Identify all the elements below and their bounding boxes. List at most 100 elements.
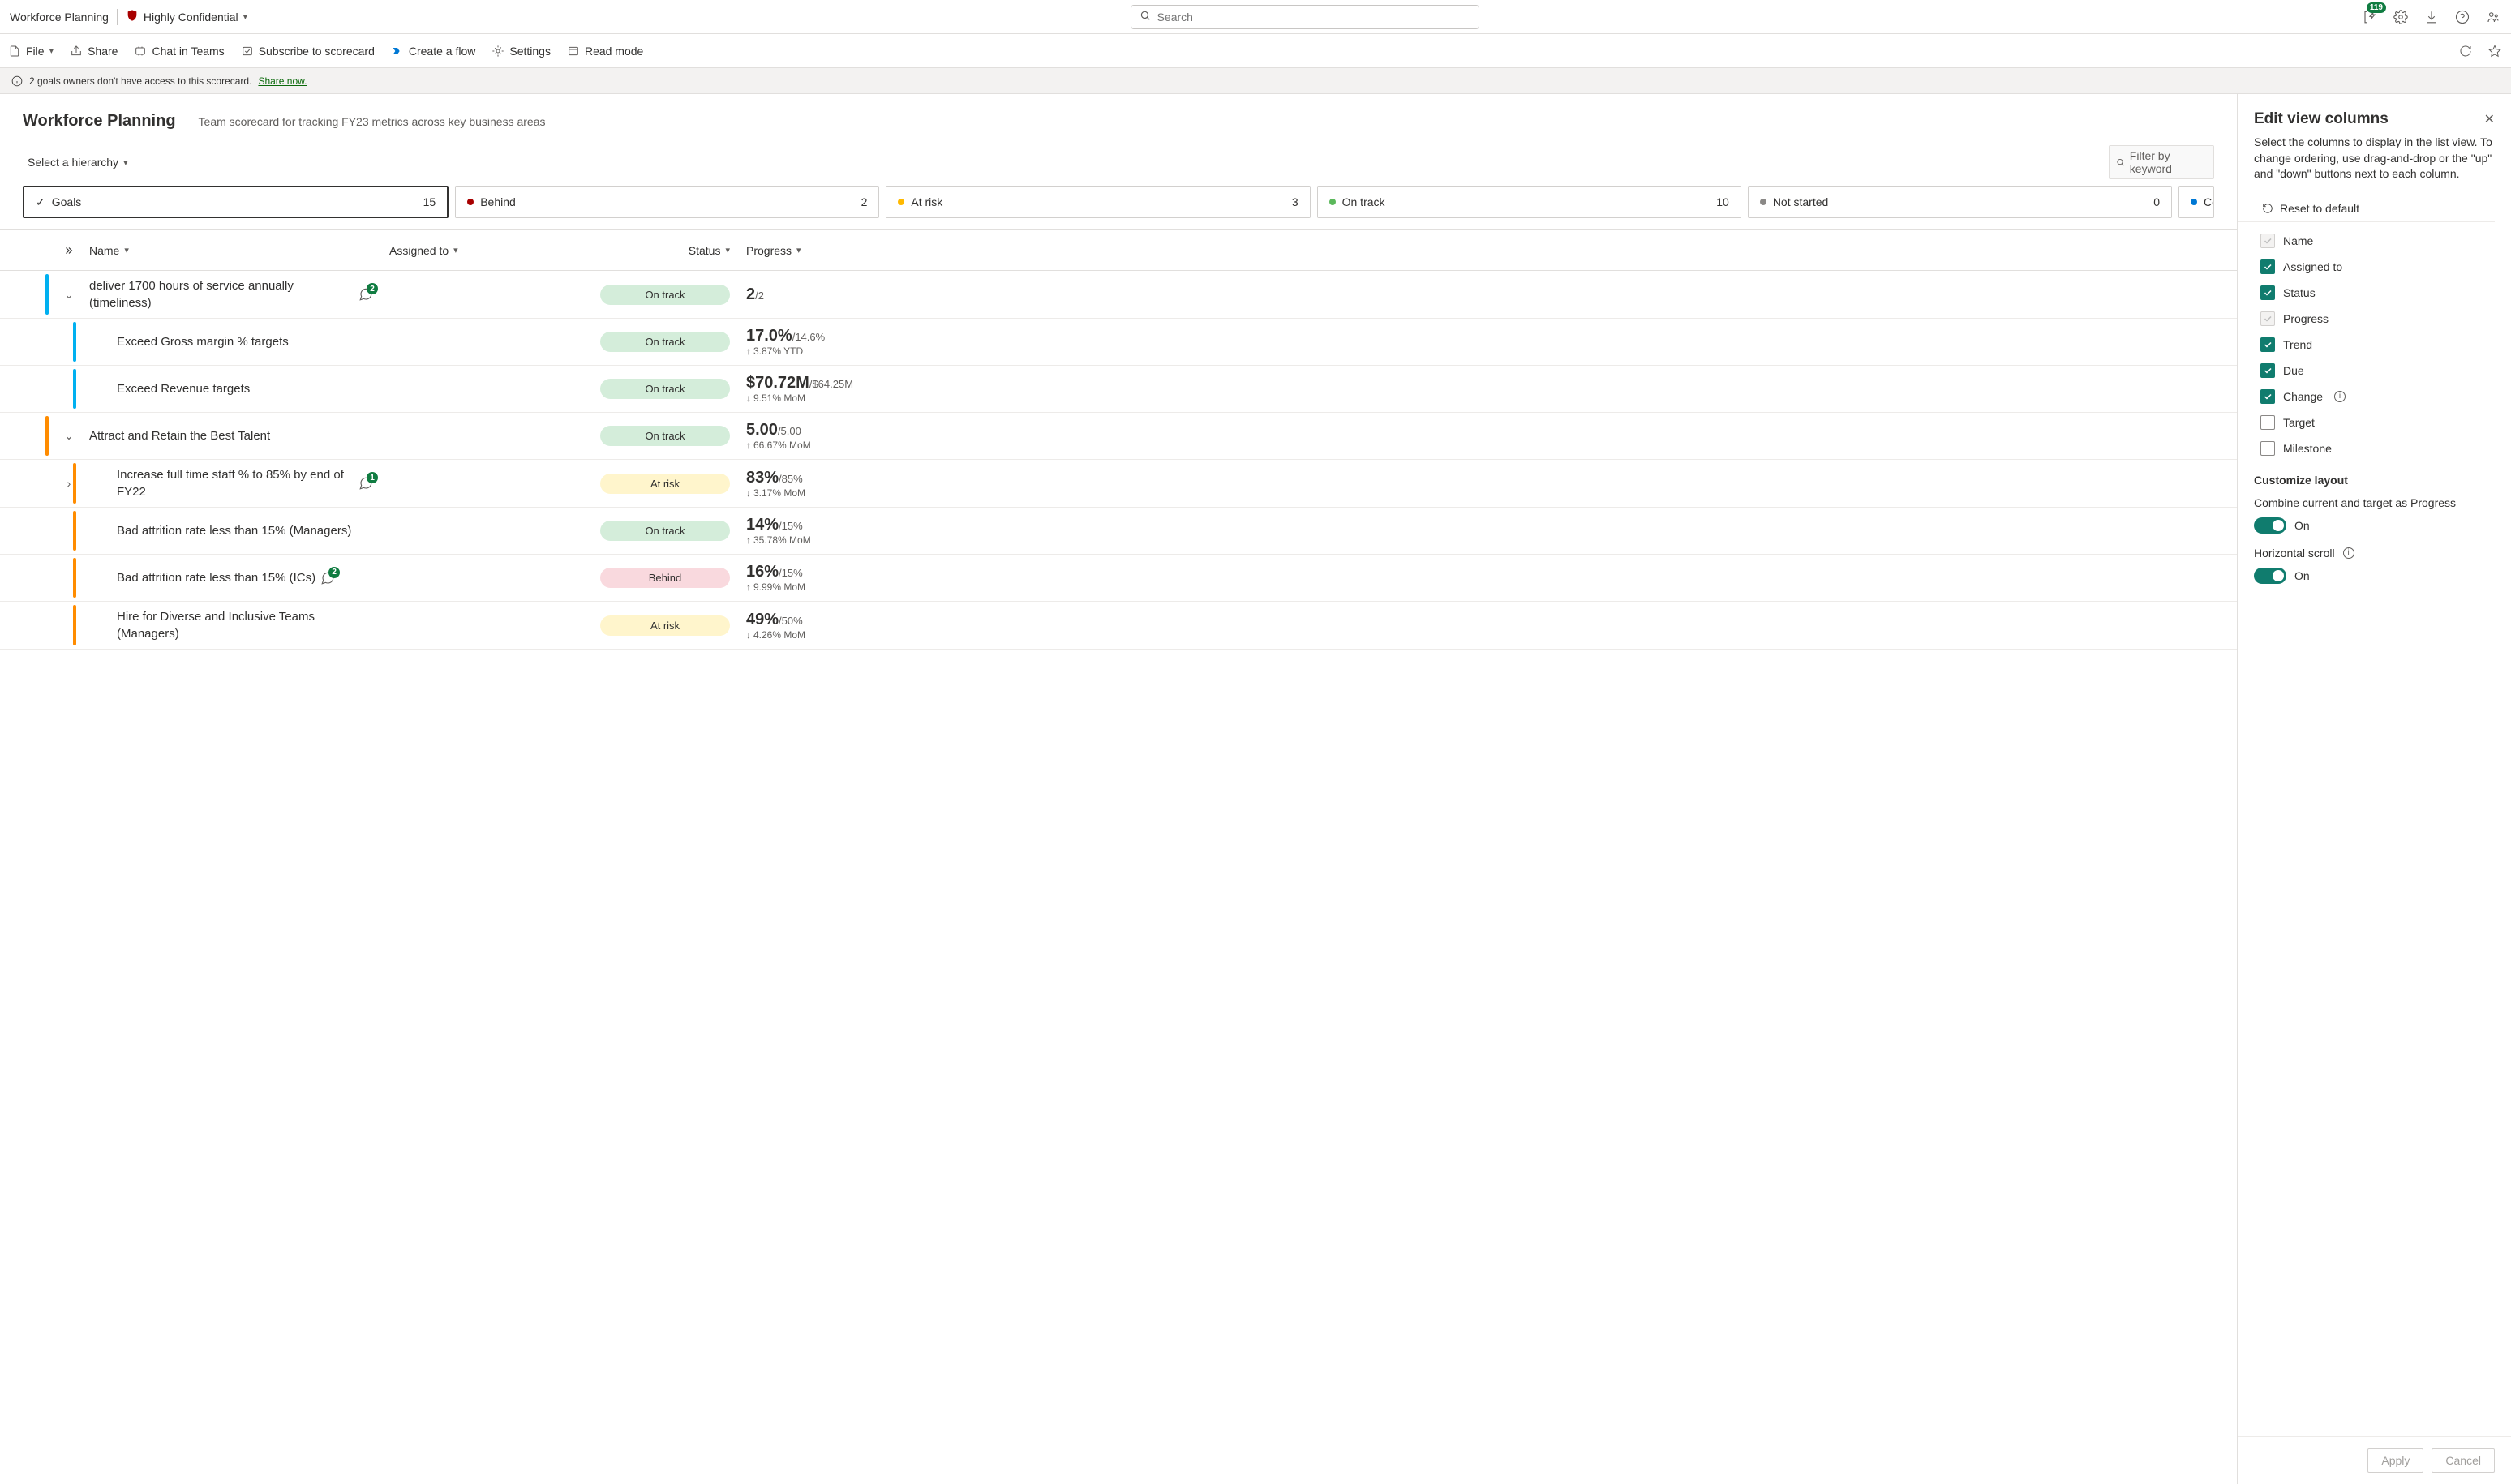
flow-label: Create a flow (409, 45, 475, 58)
customize-layout-title: Customize layout (2254, 474, 2495, 487)
comment-icon[interactable]: 2 (358, 287, 373, 302)
comment-icon[interactable]: 2 (320, 571, 335, 585)
favorite-button[interactable] (2487, 43, 2503, 59)
readmode-button[interactable]: Read mode (567, 45, 643, 58)
info-icon[interactable]: i (2334, 391, 2346, 402)
checkbox[interactable] (2260, 363, 2275, 378)
goal-name: Hire for Diverse and Inclusive Teams (Ma… (117, 608, 373, 642)
goal-name: Bad attrition rate less than 15% (ICs) (117, 569, 315, 586)
status-card-behind[interactable]: Behind2 (455, 186, 879, 218)
goal-name: Bad attrition rate less than 15% (Manage… (117, 522, 351, 539)
chevron-right-icon[interactable]: › (57, 477, 81, 490)
column-header-assigned[interactable]: Assigned to▾ (389, 244, 568, 257)
status-card-not-started[interactable]: Not started0 (1748, 186, 2172, 218)
comment-icon[interactable]: 1 (358, 476, 373, 491)
status-pill: At risk (600, 474, 730, 494)
toggle-state: On (2294, 569, 2310, 582)
status-card-goals[interactable]: ✓Goals15 (23, 186, 449, 218)
status-pill: On track (600, 521, 730, 541)
column-header-progress[interactable]: Progress▾ (746, 244, 892, 257)
filter-input[interactable]: Filter by keyword (2109, 145, 2214, 179)
toggle-state: On (2294, 519, 2310, 532)
toggle-horizontal-scroll[interactable] (2254, 568, 2286, 584)
refresh-button[interactable] (2457, 43, 2474, 59)
goal-name: deliver 1700 hours of service annually (… (89, 277, 354, 311)
help-button[interactable] (2454, 9, 2470, 25)
subscribe-label: Subscribe to scorecard (259, 45, 375, 58)
file-menu[interactable]: File ▾ (8, 45, 54, 58)
search-input[interactable] (1131, 5, 1479, 29)
reset-label: Reset to default (2280, 202, 2359, 215)
goal-row[interactable]: Exceed Revenue targetsOn track$70.72M/$6… (0, 366, 2237, 413)
checkbox[interactable] (2260, 259, 2275, 274)
notification-badge: 119 (2367, 2, 2386, 13)
checkbox[interactable] (2260, 441, 2275, 456)
column-option-target[interactable]: Target (2254, 414, 2495, 431)
subscribe-button[interactable]: Subscribe to scorecard (241, 45, 375, 58)
account-button[interactable] (2485, 9, 2501, 25)
goal-name: Exceed Gross margin % targets (117, 333, 289, 350)
status-pill: Behind (600, 568, 730, 588)
column-option-status[interactable]: Status (2254, 284, 2495, 302)
column-option-milestone[interactable]: Milestone (2254, 440, 2495, 457)
filter-placeholder: Filter by keyword (2130, 149, 2207, 175)
column-option-due[interactable]: Due (2254, 362, 2495, 380)
status-pill: On track (600, 285, 730, 305)
column-option-progress[interactable]: Progress (2254, 310, 2495, 328)
settings-label: Settings (509, 45, 551, 58)
flow-button[interactable]: Create a flow (391, 45, 475, 58)
file-label: File (26, 45, 45, 58)
download-button[interactable] (2423, 9, 2440, 25)
checkbox[interactable] (2260, 337, 2275, 352)
expand-all-icon[interactable] (49, 245, 89, 256)
goal-row[interactable]: Bad attrition rate less than 15% (ICs) 2 B… (0, 555, 2237, 602)
cancel-button[interactable]: Cancel (2432, 1448, 2495, 1473)
info-icon[interactable]: i (2343, 547, 2354, 559)
search-icon (2116, 157, 2125, 167)
settings-button[interactable] (2393, 9, 2409, 25)
column-option-name[interactable]: Name (2254, 232, 2495, 250)
column-header-name[interactable]: Name▾ (89, 244, 389, 257)
chevron-down-icon[interactable]: ⌄ (57, 288, 81, 302)
column-option-assigned-to[interactable]: Assigned to (2254, 258, 2495, 276)
checkbox[interactable] (2260, 389, 2275, 404)
apply-button[interactable]: Apply (2367, 1448, 2423, 1473)
shield-icon (126, 9, 139, 24)
notifications-button[interactable]: 119 (2362, 9, 2378, 25)
chevron-down-icon: ▾ (243, 11, 248, 22)
goal-row[interactable]: ⌄Attract and Retain the Best TalentOn tr… (0, 413, 2237, 460)
sidepanel-description: Select the columns to display in the lis… (2238, 135, 2511, 195)
sensitivity-dropdown[interactable]: Highly Confidential ▾ (126, 9, 247, 24)
goal-row[interactable]: Bad attrition rate less than 15% (Manage… (0, 508, 2237, 555)
goal-row[interactable]: Hire for Diverse and Inclusive Teams (Ma… (0, 602, 2237, 650)
status-card-on-track[interactable]: On track10 (1317, 186, 1741, 218)
status-card-at-risk[interactable]: At risk3 (886, 186, 1310, 218)
hierarchy-dropdown[interactable]: Select a hierarchy ▾ (23, 152, 133, 172)
checkbox[interactable] (2260, 285, 2275, 300)
reset-default-button[interactable]: Reset to default (2238, 195, 2495, 222)
status-pill: On track (600, 332, 730, 352)
column-header-status[interactable]: Status▾ (568, 244, 746, 257)
goal-name: Attract and Retain the Best Talent (89, 427, 270, 444)
chat-label: Chat in Teams (152, 45, 224, 58)
status-card-completed[interactable]: Completed (2178, 186, 2214, 218)
chevron-down-icon[interactable]: ⌄ (57, 429, 81, 443)
page-title: Workforce Planning (23, 112, 176, 131)
settings-button-cmd[interactable]: Settings (491, 45, 551, 58)
goal-row[interactable]: ⌄ deliver 1700 hours of service annually … (0, 271, 2237, 319)
search-field[interactable] (1157, 11, 1470, 24)
column-option-change[interactable]: Changei (2254, 388, 2495, 405)
share-now-link[interactable]: Share now. (258, 75, 307, 87)
goal-row[interactable]: Exceed Gross margin % targetsOn track17.… (0, 319, 2237, 366)
checkbox[interactable] (2260, 415, 2275, 430)
chat-button[interactable]: Chat in Teams (134, 45, 224, 58)
toggle-combine-progress[interactable] (2254, 517, 2286, 534)
checkbox (2260, 234, 2275, 248)
sidepanel-title: Edit view columns (2254, 110, 2389, 128)
column-option-trend[interactable]: Trend (2254, 336, 2495, 354)
share-button[interactable]: Share (70, 45, 118, 58)
checkbox (2260, 311, 2275, 326)
goal-row[interactable]: ›Increase full time staff % to 85% by en… (0, 460, 2237, 508)
info-bar: 2 goals owners don't have access to this… (0, 68, 2511, 94)
close-button[interactable]: ✕ (2484, 111, 2495, 127)
